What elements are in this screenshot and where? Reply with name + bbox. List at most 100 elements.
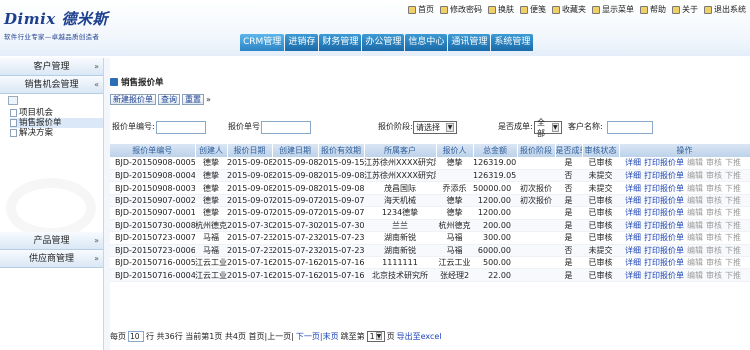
sidebar-section-opportunity[interactable]: 销售机会管理 « xyxy=(0,76,103,94)
push-down-link[interactable]: 下推 xyxy=(725,258,741,267)
push-down-link[interactable]: 下推 xyxy=(725,171,741,180)
sidebar-section-customer[interactable]: 客户管理 » xyxy=(0,58,103,76)
topbar-item[interactable]: 便笺 xyxy=(520,4,546,15)
chevron-up-icon[interactable]: « xyxy=(94,76,99,94)
nav-tab[interactable]: 财务管理 xyxy=(319,34,362,51)
table-cell[interactable]: BJD-20150907-0002 xyxy=(110,194,195,208)
audit-link[interactable]: 审核 xyxy=(706,171,722,180)
quote-input[interactable] xyxy=(261,121,311,134)
chevron-down-icon[interactable]: » xyxy=(94,250,99,268)
topbar-item[interactable]: 首页 xyxy=(408,4,434,15)
edit-link[interactable]: 编辑 xyxy=(687,171,703,180)
topbar-item[interactable]: 修改密码 xyxy=(440,4,482,15)
audit-link[interactable]: 审核 xyxy=(706,246,722,255)
audit-link[interactable]: 审核 xyxy=(706,158,722,167)
push-down-link[interactable]: 下推 xyxy=(725,233,741,242)
detail-link[interactable]: 详细 xyxy=(625,258,641,267)
customer-input[interactable] xyxy=(607,121,653,134)
nav-tab[interactable]: CRM管理 xyxy=(240,34,285,51)
push-down-link[interactable]: 下推 xyxy=(725,158,741,167)
detail-link[interactable]: 详细 xyxy=(625,221,641,230)
detail-link[interactable]: 详细 xyxy=(625,208,641,217)
print-quote-link[interactable]: 打印报价单 xyxy=(644,158,684,167)
sidebar-section-supplier[interactable]: 供应商管理 » xyxy=(0,250,103,268)
new-quote-button[interactable]: 新建报价单 xyxy=(110,94,156,105)
edit-link[interactable]: 编辑 xyxy=(687,271,703,280)
stage-select[interactable]: 请选择 ▼ xyxy=(413,121,457,134)
audit-link[interactable]: 审核 xyxy=(706,258,722,267)
edit-link[interactable]: 编辑 xyxy=(687,196,703,205)
print-quote-link[interactable]: 打印报价单 xyxy=(644,271,684,280)
detail-link[interactable]: 详细 xyxy=(625,158,641,167)
nav-tab[interactable]: 信息中心 xyxy=(405,34,448,51)
edit-link[interactable]: 编辑 xyxy=(687,158,703,167)
table-cell[interactable]: BJD-20150907-0001 xyxy=(110,206,195,220)
nav-tab[interactable]: 系统管理 xyxy=(491,34,534,51)
table-cell[interactable]: BJD-20150723-0006 xyxy=(110,244,195,258)
edit-link[interactable]: 编辑 xyxy=(687,246,703,255)
push-down-link[interactable]: 下推 xyxy=(725,271,741,280)
detail-link[interactable]: 详细 xyxy=(625,246,641,255)
export-excel-link[interactable]: 导出至excel xyxy=(397,331,442,342)
edit-link[interactable]: 编辑 xyxy=(687,208,703,217)
table-cell[interactable]: BJD-20150908-0003 xyxy=(110,181,195,195)
detail-link[interactable]: 详细 xyxy=(625,196,641,205)
push-down-link[interactable]: 下推 xyxy=(725,221,741,230)
audit-link[interactable]: 审核 xyxy=(706,208,722,217)
chevron-down-icon[interactable]: » xyxy=(94,232,99,250)
print-quote-link[interactable]: 打印报价单 xyxy=(644,208,684,217)
topbar-item[interactable]: 帮助 xyxy=(640,4,666,15)
tree-item[interactable]: 销售报价单 xyxy=(10,118,103,128)
push-down-link[interactable]: 下推 xyxy=(725,246,741,255)
print-quote-link[interactable]: 打印报价单 xyxy=(644,171,684,180)
audit-link[interactable]: 审核 xyxy=(706,221,722,230)
topbar-item[interactable]: 换肤 xyxy=(488,4,514,15)
edit-link[interactable]: 编辑 xyxy=(687,184,703,193)
audit-link[interactable]: 审核 xyxy=(706,196,722,205)
audit-link[interactable]: 审核 xyxy=(706,271,722,280)
goto-page-select[interactable]: 1 ▼ xyxy=(366,330,385,342)
nav-tab[interactable]: 进销存 xyxy=(285,34,319,51)
audit-link[interactable]: 审核 xyxy=(706,233,722,242)
print-quote-link[interactable]: 打印报价单 xyxy=(644,246,684,255)
table-cell[interactable]: BJD-20150908-0004 xyxy=(110,169,195,183)
topbar-item[interactable]: 退出系统 xyxy=(704,4,746,15)
reset-button[interactable]: 重置 xyxy=(182,94,204,105)
table-cell[interactable]: BJD-20150716-0004 xyxy=(110,268,195,282)
per-page-input[interactable]: 10 xyxy=(128,330,144,342)
nav-tab[interactable]: 通讯管理 xyxy=(448,34,491,51)
table-cell[interactable]: BJD-20150730-0008 xyxy=(110,219,195,233)
print-quote-link[interactable]: 打印报价单 xyxy=(644,196,684,205)
print-quote-link[interactable]: 打印报价单 xyxy=(644,258,684,267)
audit-link[interactable]: 审核 xyxy=(706,184,722,193)
push-down-link[interactable]: 下推 xyxy=(725,184,741,193)
query-button[interactable]: 查询 xyxy=(158,94,180,105)
push-down-link[interactable]: 下推 xyxy=(725,196,741,205)
detail-link[interactable]: 详细 xyxy=(625,184,641,193)
edit-link[interactable]: 编辑 xyxy=(687,258,703,267)
push-down-link[interactable]: 下推 xyxy=(725,208,741,217)
tree-item[interactable]: 项目机会 xyxy=(10,108,103,118)
table-cell[interactable]: BJD-20150716-0005 xyxy=(110,256,195,270)
quote-no-input[interactable] xyxy=(156,121,206,134)
print-quote-link[interactable]: 打印报价单 xyxy=(644,221,684,230)
topbar-item[interactable]: 关于 xyxy=(672,4,698,15)
table-cell[interactable]: BJD-20150908-0005 xyxy=(110,157,195,170)
detail-link[interactable]: 详细 xyxy=(625,171,641,180)
deal-select[interactable]: 全部 ▼ xyxy=(534,118,562,138)
detail-link[interactable]: 详细 xyxy=(625,233,641,242)
next-last-link[interactable]: 下一页|末页 xyxy=(296,331,339,342)
nav-tab[interactable]: 办公管理 xyxy=(362,34,405,51)
tree-item[interactable]: 解决方案 xyxy=(10,128,103,138)
topbar-item[interactable]: 显示菜单 xyxy=(592,4,634,15)
topbar-item[interactable]: 收藏夹 xyxy=(552,4,586,15)
table-cell[interactable]: BJD-20150723-0007 xyxy=(110,231,195,245)
sidebar-section-product[interactable]: 产品管理 » xyxy=(0,232,103,250)
print-quote-link[interactable]: 打印报价单 xyxy=(644,233,684,242)
refresh-icon[interactable] xyxy=(8,96,18,105)
print-quote-link[interactable]: 打印报价单 xyxy=(644,184,684,193)
edit-link[interactable]: 编辑 xyxy=(687,221,703,230)
edit-link[interactable]: 编辑 xyxy=(687,233,703,242)
detail-link[interactable]: 详细 xyxy=(625,271,641,280)
double-chevron-icon[interactable]: » xyxy=(206,95,211,104)
